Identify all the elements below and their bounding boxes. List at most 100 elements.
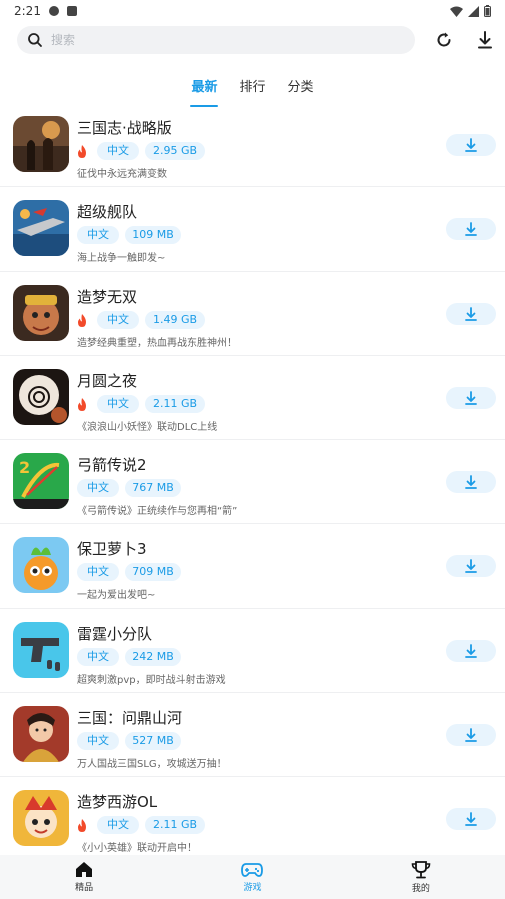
download-button[interactable] xyxy=(446,302,496,325)
game-icon-fleet[interactable] xyxy=(13,200,69,257)
status-time: 2:21 xyxy=(14,4,41,18)
game-icon-carrot[interactable] xyxy=(13,537,69,594)
nav-games[interactable]: 游戏 xyxy=(168,855,336,899)
game-name: 造梦无双 xyxy=(77,287,138,306)
search-bar[interactable] xyxy=(17,26,415,54)
language-tag: 中文 xyxy=(77,226,119,245)
download-manager-button[interactable] xyxy=(473,28,497,52)
game-description: 征伐中永远充满变数 xyxy=(77,169,167,180)
nav-featured[interactable]: 精品 xyxy=(0,855,168,899)
game-row[interactable]: 超级舰队 中文 109 MB 海上战争一触即发~ xyxy=(0,187,505,272)
game-icon-moon[interactable] xyxy=(13,368,69,425)
language-tag: 中文 xyxy=(77,479,119,498)
category-tabs: 最新 排行 分类 xyxy=(0,76,505,107)
nav-featured-label: 精品 xyxy=(75,883,94,893)
size-tag: 767 MB xyxy=(125,479,181,498)
game-icon-zaomeng[interactable] xyxy=(13,284,69,341)
game-icon-archero[interactable]: 2 xyxy=(13,453,69,510)
app-notification-icon xyxy=(66,6,77,16)
download-icon xyxy=(465,306,477,321)
game-row[interactable]: 雷霆小分队中文 242 MB 超爽刺激pvp，即时战斗射击游戏 xyxy=(0,609,505,694)
download-icon xyxy=(465,390,477,405)
game-icon-gun[interactable] xyxy=(13,621,69,678)
download-icon xyxy=(465,812,477,827)
language-tag: 中文 xyxy=(77,563,119,582)
language-tag: 中文 xyxy=(77,732,119,751)
game-name: 三国志·战略版 xyxy=(77,119,172,137)
game-description: 一起为爱出发吧~ xyxy=(77,590,156,602)
signal-icon xyxy=(468,5,479,17)
refresh-button[interactable] xyxy=(432,28,456,52)
game-row[interactable]: 月圆之夜中文 2.11 GB 《浪浪山小妖怪》联动DLC上线 xyxy=(0,356,505,441)
battery-icon xyxy=(484,5,491,17)
tab-latest[interactable]: 最新 xyxy=(189,76,219,107)
game-list: 三国志·战略版 中文 2.95 GB 征伐中永远充满变数 超级舰队 中文 109 MB 海上战… xyxy=(0,103,505,862)
download-icon xyxy=(465,559,477,574)
size-tag: 242 MB xyxy=(125,647,181,666)
game-name: 造梦西游OL xyxy=(77,793,158,812)
download-icon xyxy=(465,475,477,490)
game-description: 《小小英雄》联动开启中！ xyxy=(77,843,197,855)
download-button[interactable] xyxy=(446,639,496,662)
game-description: 《浪浪山小妖怪》联动DLC上线 xyxy=(77,421,218,433)
game-row[interactable]: 保卫萝卜3 中文 709 MB 一起为爱出发吧~ xyxy=(0,524,505,609)
game-description: 海上战争一触即发~ xyxy=(77,253,166,265)
size-tag: 2.11 GB xyxy=(145,816,205,835)
language-tag: 中文 xyxy=(97,310,139,329)
language-tag: 中文 xyxy=(77,647,119,666)
size-tag: 709 MB xyxy=(125,563,181,582)
game-row[interactable]: 三国志·战略版中文 2.95 GB 征伐中永远充满变数 xyxy=(0,103,505,188)
download-button[interactable] xyxy=(446,724,496,747)
svg-text:2: 2 xyxy=(19,458,30,477)
download-icon xyxy=(465,643,477,658)
game-row[interactable]: 造梦无双 中文 1.49 GB 造梦经典重塑，热血再战东胜神州！ xyxy=(0,272,505,356)
game-description: 超爽刺激pvp，即时战斗射击游戏 xyxy=(77,674,226,686)
download-button[interactable] xyxy=(446,386,496,409)
search-input[interactable] xyxy=(51,33,371,47)
game-icon-xiyou[interactable] xyxy=(13,790,69,847)
hot-flame-icon xyxy=(78,313,86,327)
home-icon xyxy=(76,862,93,877)
game-name: 三国：问鼎山河 xyxy=(77,709,183,728)
game-icon-sanguozhi[interactable] xyxy=(13,116,69,172)
game-name: 月圆之夜 xyxy=(77,371,138,390)
status-bar: 2:21 xyxy=(0,0,505,22)
hot-flame-icon xyxy=(78,819,86,833)
size-tag: 527 MB xyxy=(125,732,181,751)
refresh-icon xyxy=(437,32,451,47)
bottom-navigation: 精品 游戏 我的 xyxy=(0,855,505,899)
download-button[interactable] xyxy=(446,471,496,494)
language-tag: 中文 xyxy=(97,394,139,413)
status-left: 2:21 xyxy=(14,4,77,18)
download-icon xyxy=(465,138,477,152)
game-row[interactable]: 三国：问鼎山河 中文 527 MB 万人国战三国SLG，攻城送万抽！ xyxy=(0,693,505,778)
size-tag: 2.11 GB xyxy=(145,394,205,413)
status-right xyxy=(450,5,491,17)
download-button[interactable] xyxy=(446,555,496,578)
size-tag: 2.95 GB xyxy=(145,142,205,160)
tab-ranking[interactable]: 排行 xyxy=(237,76,267,100)
game-description: 《弓箭传说》正统续作与您再相“箭” xyxy=(77,506,238,518)
download-icon xyxy=(478,31,492,49)
hot-flame-icon xyxy=(78,145,86,158)
alert-icon xyxy=(48,6,59,16)
game-row[interactable]: 2 弓箭传说2 中文 767 MB 《弓箭传说》正统续作与您再相“箭” xyxy=(0,440,505,525)
size-tag: 109 MB xyxy=(125,226,181,245)
search-icon xyxy=(28,33,42,47)
gamepad-icon xyxy=(241,862,264,877)
trophy-icon xyxy=(411,860,431,878)
tab-category[interactable]: 分类 xyxy=(286,76,316,100)
language-tag: 中文 xyxy=(97,142,139,160)
download-icon xyxy=(465,728,477,742)
download-button[interactable] xyxy=(446,808,496,831)
wifi-icon xyxy=(450,6,463,17)
nav-mine-label: 我的 xyxy=(411,883,430,894)
game-icon-wending[interactable] xyxy=(13,706,69,763)
hot-flame-icon xyxy=(78,397,86,411)
game-name: 雷霆小分队 xyxy=(77,624,153,643)
game-row[interactable]: 造梦西游OL 中文 2.11 GB 《小小英雄》联动开启中！ xyxy=(0,777,505,862)
download-icon xyxy=(465,222,477,237)
download-button[interactable] xyxy=(446,134,496,156)
nav-mine[interactable]: 我的 xyxy=(337,855,505,899)
download-button[interactable] xyxy=(446,218,496,241)
